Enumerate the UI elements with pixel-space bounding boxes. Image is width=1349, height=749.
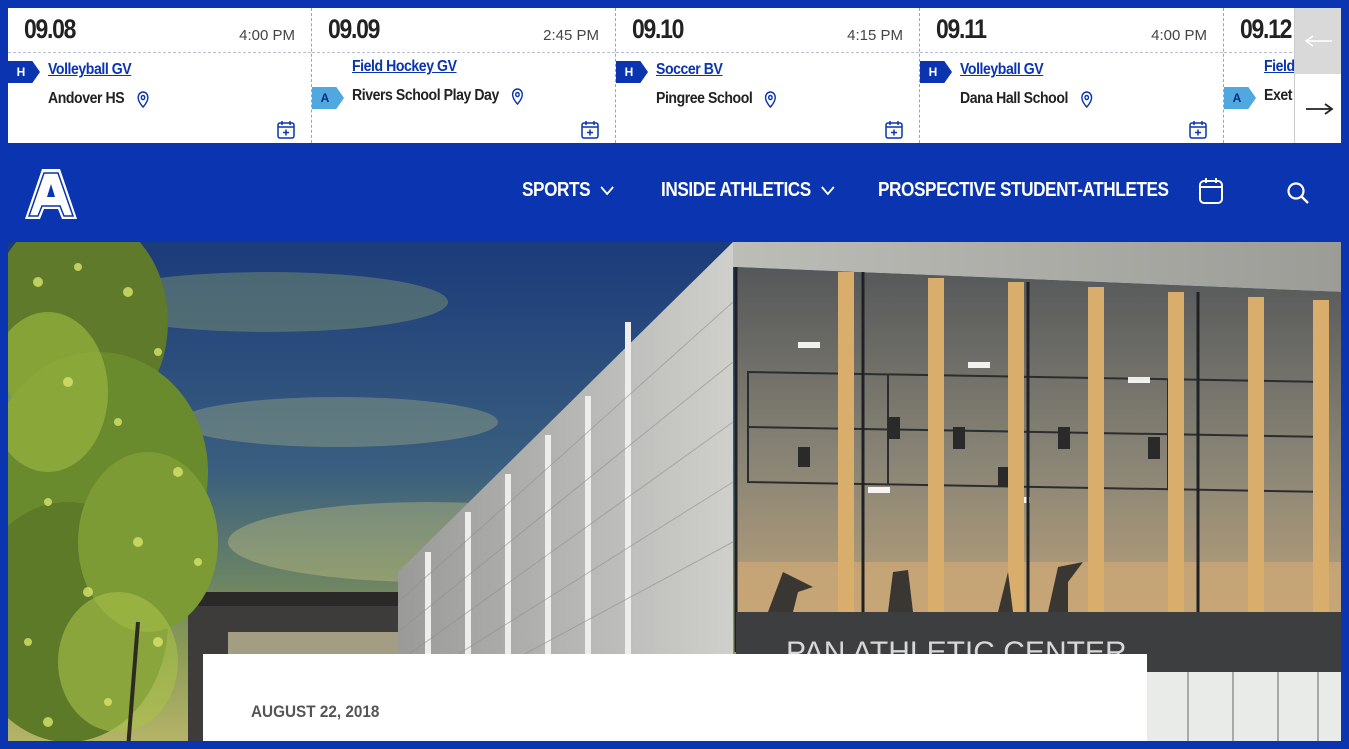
game-date: 09.10 (632, 14, 684, 44)
add-to-calendar-icon[interactable] (1189, 120, 1207, 139)
sport-link[interactable]: Volleyball GV (48, 61, 132, 79)
game-card[interactable]: 09.11 4:00 PM H Volleyball GV Dana Hall … (920, 8, 1224, 143)
game-time: 2:45 PM (543, 27, 599, 44)
arrow-right-icon (1305, 102, 1334, 115)
game-date: 09.12 (1240, 14, 1292, 44)
main-nav: SPORTS INSIDE ATHLETICS PROSPECTIVE STUD… (8, 143, 1341, 242)
nav-label: SPORTS (522, 179, 591, 201)
page-frame: 09.08 4:00 PM H Volleyball GV Andover HS… (0, 0, 1349, 749)
game-card[interactable]: 09.10 4:15 PM H Soccer BV Pingree School (616, 8, 920, 143)
map-pin-icon[interactable] (511, 87, 523, 105)
game-time: 4:00 PM (1151, 27, 1207, 44)
opponent-name: Pingree School (656, 90, 753, 107)
schedule-scroll-controls (1294, 8, 1341, 143)
add-to-calendar-icon[interactable] (885, 120, 903, 139)
opponent-name: Exet (1264, 87, 1292, 104)
nav-label: INSIDE ATHLETICS (661, 179, 811, 201)
map-pin-icon[interactable] (1080, 90, 1093, 108)
add-to-calendar-icon[interactable] (581, 120, 599, 139)
map-pin-icon[interactable] (137, 90, 149, 108)
game-date: 09.09 (328, 14, 380, 44)
nav-prospective-student-athletes[interactable]: PROSPECTIVE STUDENT-ATHLETES (878, 179, 1169, 202)
opponent: Rivers School Play Day (352, 87, 523, 105)
divider (312, 52, 615, 53)
chevron-down-icon (821, 185, 835, 195)
game-card[interactable]: 09.08 4:00 PM H Volleyball GV Andover HS (8, 8, 312, 143)
divider (8, 52, 311, 53)
andover-a-logo[interactable] (22, 165, 80, 223)
arrow-left-icon (1304, 35, 1332, 47)
search-icon[interactable] (1286, 181, 1310, 205)
sport-link[interactable]: Soccer BV (656, 61, 723, 79)
opponent: Exet (1264, 87, 1292, 105)
opponent: Andover HS (48, 90, 149, 108)
sport-link[interactable]: Volleyball GV (960, 61, 1044, 79)
game-time: 4:00 PM (239, 27, 295, 44)
nav-sports[interactable]: SPORTS (522, 179, 614, 202)
home-badge: H (616, 61, 648, 83)
calendar-icon[interactable] (1198, 177, 1224, 205)
nav-inside-athletics[interactable]: INSIDE ATHLETICS (661, 179, 835, 202)
opponent-name: Dana Hall School (960, 90, 1068, 107)
news-card[interactable]: AUGUST 22, 2018 (203, 654, 1147, 741)
game-date: 09.11 (936, 14, 987, 44)
opponent: Dana Hall School (960, 90, 1093, 108)
game-date: 09.08 (24, 14, 76, 44)
chevron-down-icon (600, 185, 614, 195)
game-card[interactable]: 09.09 2:45 PM Field Hockey GV A Rivers S… (312, 8, 616, 143)
opponent-name: Andover HS (48, 90, 125, 107)
game-time: 4:15 PM (847, 27, 903, 44)
nav-label: PROSPECTIVE STUDENT-ATHLETES (878, 179, 1169, 201)
sport-link[interactable]: Field (1264, 58, 1295, 76)
map-pin-icon[interactable] (765, 90, 777, 108)
sport-link[interactable]: Field Hockey GV (352, 58, 457, 76)
divider (920, 52, 1223, 53)
divider (616, 52, 919, 53)
away-badge: A (312, 87, 344, 109)
opponent: Pingree School (656, 90, 777, 108)
away-badge: A (1224, 87, 1256, 109)
add-to-calendar-icon[interactable] (277, 120, 295, 139)
home-badge: H (8, 61, 40, 83)
schedule-strip: 09.08 4:00 PM H Volleyball GV Andover HS… (8, 8, 1341, 143)
opponent-name: Rivers School Play Day (352, 87, 499, 104)
schedule-prev-button[interactable] (1295, 8, 1341, 75)
schedule-next-button[interactable] (1295, 75, 1341, 142)
home-badge: H (920, 61, 952, 83)
article-date: AUGUST 22, 2018 (251, 702, 380, 721)
hero-image: PAN ATHLETIC CENTER AUGUST 22, 2018 (8, 242, 1341, 741)
